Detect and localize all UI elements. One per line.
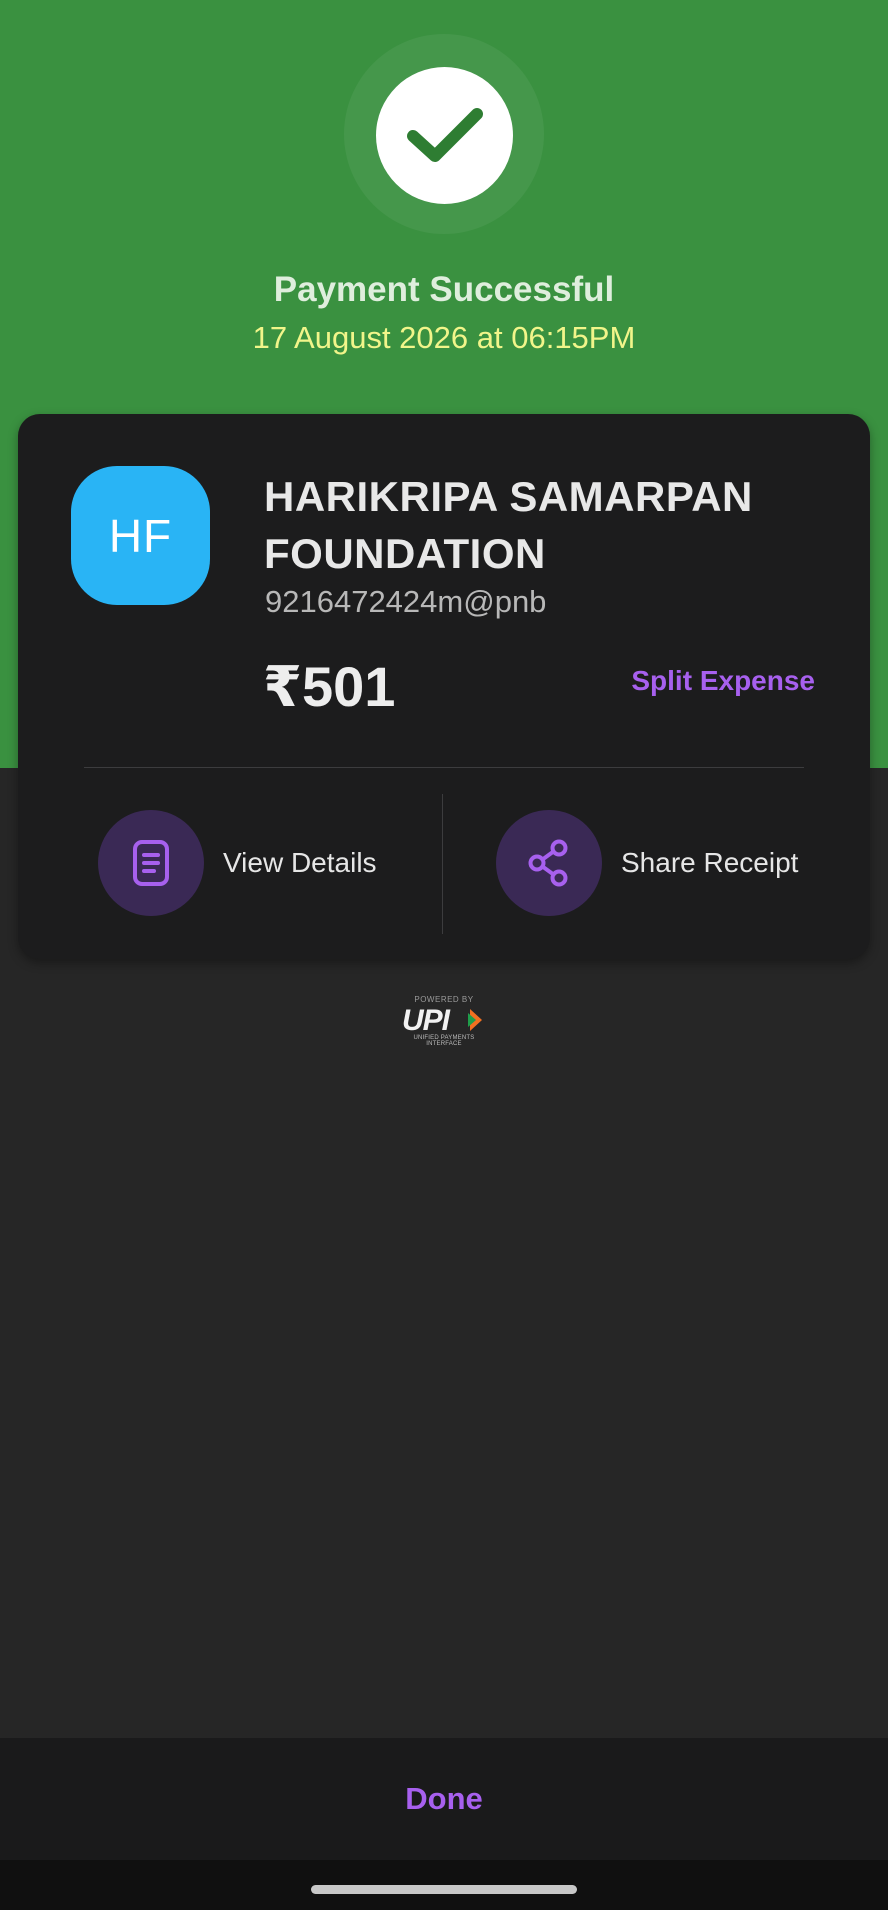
view-details-button[interactable]: View Details <box>98 810 377 916</box>
share-receipt-button[interactable]: Share Receipt <box>496 810 798 916</box>
check-icon <box>376 67 513 204</box>
card-divider <box>84 767 804 768</box>
upi-powered-by: POWERED BY <box>414 995 474 1004</box>
bottom-action-bar: Done <box>0 1738 888 1860</box>
actions-separator <box>442 794 443 934</box>
system-navigation-bar <box>0 1860 888 1910</box>
payee-upi-id: 9216472424m@pnb <box>265 584 547 619</box>
document-icon <box>98 810 204 916</box>
payment-summary-card: HF HARIKRIPA SAMARPAN FOUNDATION 9216472… <box>18 414 870 959</box>
upi-arrow-icon <box>468 1009 482 1031</box>
payment-amount: ₹501 <box>263 655 396 718</box>
payee-name: HARIKRIPA SAMARPAN FOUNDATION <box>264 473 753 577</box>
upi-mark: UPI <box>402 1004 450 1037</box>
home-gesture-handle[interactable] <box>311 1885 577 1894</box>
share-receipt-label: Share Receipt <box>621 847 799 878</box>
avatar-initials: HF <box>108 509 173 562</box>
upi-logo: POWERED BY UPI UNIFIED PAYMENTS INTERFAC… <box>398 995 490 1047</box>
split-expense-button[interactable]: Split Expense <box>631 665 815 697</box>
status-title: Payment Successful <box>273 270 615 309</box>
done-button[interactable]: Done <box>0 1738 888 1860</box>
transaction-timestamp: 17 August 2026 at 06:15PM <box>252 320 636 355</box>
upi-subtitle: UNIFIED PAYMENTS INTERFACE <box>413 1035 475 1047</box>
view-details-label: View Details <box>223 847 377 878</box>
share-icon <box>496 810 602 916</box>
avatar: HF <box>71 466 210 605</box>
